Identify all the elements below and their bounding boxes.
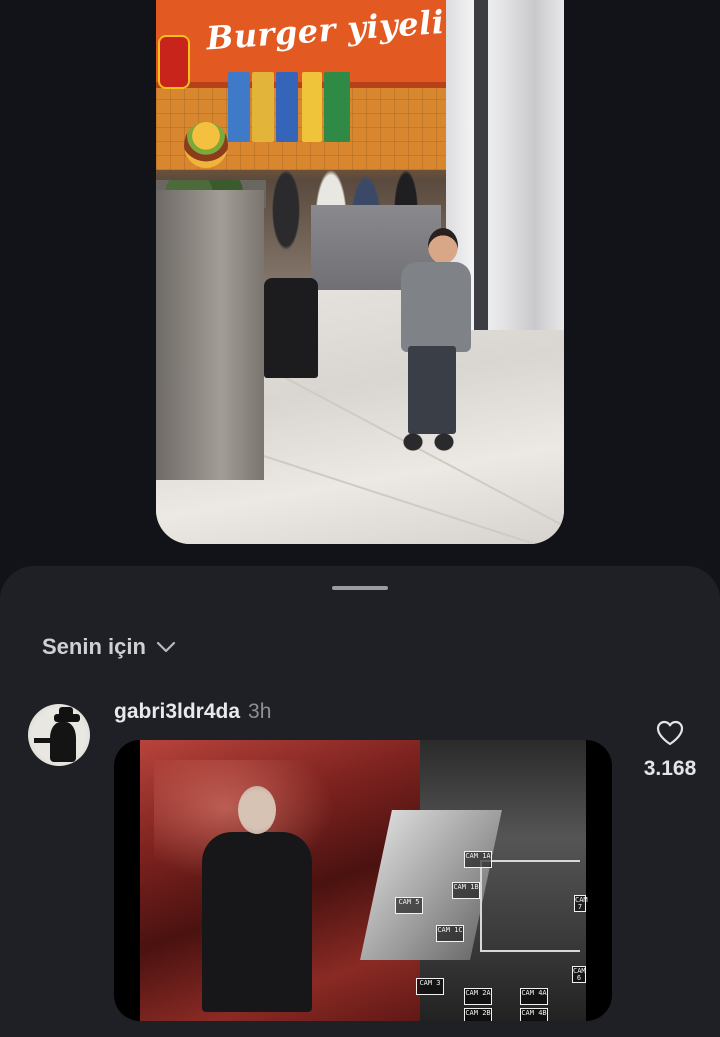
- menu-board: [228, 72, 250, 142]
- pillar-edge: [474, 0, 488, 330]
- cam-label: CAM 1C: [436, 925, 464, 942]
- cam-label: CAM 5: [395, 897, 423, 914]
- burger-sign: [184, 122, 228, 168]
- restaurant-sign-text: Burger yiyelim: [205, 0, 480, 58]
- cam-label: CAM 7: [574, 895, 588, 912]
- username[interactable]: gabri3ldr4da: [114, 700, 240, 724]
- cam-label: CAM 1B: [452, 882, 480, 899]
- menu-board: [324, 72, 350, 142]
- cam-label: CAM 2B: [464, 1008, 492, 1021]
- reply-video[interactable]: CAM 1A CAM 1B CAM 5 CAM 1C CAM 3 CAM 2A …: [114, 740, 612, 1021]
- drag-handle[interactable]: [332, 586, 388, 590]
- cam-label: CAM 3: [416, 978, 444, 995]
- cam-label: CAM 6: [572, 966, 586, 983]
- boy-legs: [408, 346, 456, 434]
- like-group: 3.168: [640, 720, 700, 781]
- cam-label: CAM 2A: [464, 988, 492, 1005]
- cam-label: CAM 4B: [520, 1008, 548, 1021]
- like-count: 3.168: [643, 757, 697, 780]
- post-photo[interactable]: Burger yiyelim: [156, 0, 564, 544]
- cam-label: CAM 4A: [520, 988, 548, 1005]
- replies-sheet: Senin için gabri3ldr4da 3h CAM 1A CAM 1B…: [0, 566, 720, 1037]
- planter: [156, 190, 264, 480]
- boy-shoes: [402, 430, 458, 452]
- screen: Burger yiyelim Senin için gabri3ldr4da 3…: [0, 0, 720, 1037]
- restaurant-logo: [158, 35, 190, 89]
- heart-outline-icon[interactable]: [656, 720, 684, 751]
- feed-selector[interactable]: Senin için: [42, 634, 176, 660]
- timestamp: 3h: [248, 700, 272, 723]
- cam-label: CAM 1A: [464, 851, 492, 868]
- video-person-body: [202, 832, 312, 1012]
- chair: [264, 278, 318, 378]
- boy-head: [428, 228, 458, 264]
- reply-meta: gabri3ldr4da 3h: [114, 700, 271, 724]
- avatar[interactable]: [28, 704, 90, 766]
- menu-board: [276, 72, 298, 142]
- video-person-head: [238, 786, 276, 834]
- feed-selector-label: Senin için: [42, 634, 146, 659]
- menu-board: [302, 72, 322, 142]
- chevron-down-icon: [156, 641, 176, 653]
- menu-board: [252, 72, 274, 142]
- boy-jacket: [401, 262, 471, 352]
